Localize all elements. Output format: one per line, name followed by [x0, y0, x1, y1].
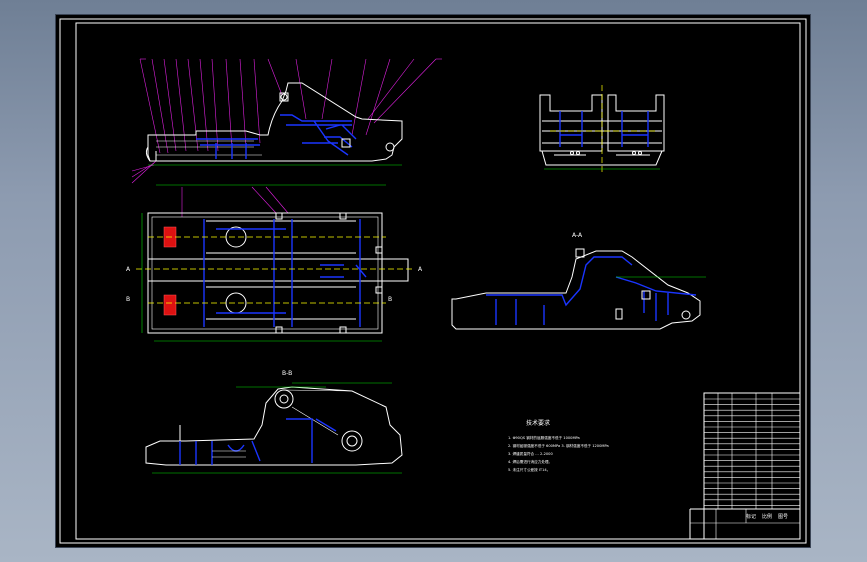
section-marker-b-right: B [388, 296, 392, 303]
section-marker-b-left: B [126, 296, 130, 303]
section-view-b-b: B-B [145, 370, 403, 474]
plan-view: A B A B [126, 184, 423, 342]
tech-requirement-line-4: 4. 焊后需进行消应力处理。 [508, 459, 552, 464]
technical-requirements: 技术要求 1. Φ90QS 钢材的屈服强度不低于 1000MPa 2. 钢材屈服… [508, 419, 609, 472]
section-marker-a-left: A [126, 266, 131, 273]
title-block-label-c: 图号 [778, 514, 788, 520]
tech-requirement-line-3: 3. 焊缝质量符合 … 2-2000 [508, 451, 553, 456]
title-block-label-a: 标记 [746, 513, 756, 520]
tech-requirement-line-1: 1. Φ90QS 钢材的屈服强度不低于 1000MPa [508, 435, 580, 440]
tech-requirements-title: 技术要求 [526, 419, 550, 427]
hatch-block-lower [163, 294, 177, 316]
section-title-b-b: B-B [282, 370, 292, 377]
tech-requirement-line-5: 5. 未注尺寸公差按 IT14。 [508, 467, 550, 472]
tech-requirement-line-2: 2. 钢材屈服强度不低于 600MPa 3. 钢材强度不低于 1200MPa [508, 443, 609, 448]
section-view-a-a: A-A [451, 232, 706, 330]
title-block-label-b: 比例 [762, 513, 772, 520]
engineering-drawing: A B A B A-A B-B 技术要求 1. Φ90QS 钢材的屈服强度不低于… [59, 18, 807, 544]
section-marker-a-right: A [418, 266, 423, 273]
title-block: 标记 比例 图号 [689, 508, 800, 539]
section-title-a-a: A-A [572, 232, 583, 239]
cad-viewport[interactable]: A B A B A-A B-B 技术要求 1. Φ90QS 钢材的屈服强度不低于… [56, 15, 810, 547]
side-elevation-view [131, 58, 442, 184]
end-view [539, 85, 665, 175]
